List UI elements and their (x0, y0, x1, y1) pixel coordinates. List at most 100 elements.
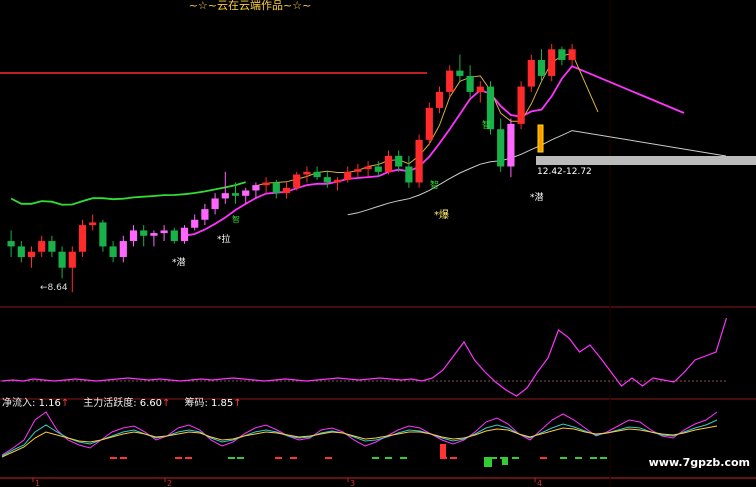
candle-body (201, 209, 209, 220)
indicator-item: 筹码: 1.85↑ (184, 398, 241, 409)
candle-body (456, 70, 464, 76)
candle-body (7, 241, 15, 247)
candle-body (293, 174, 301, 188)
x-tick-label: 1 (35, 479, 40, 487)
candle-body (242, 190, 250, 196)
candle-body (119, 241, 127, 258)
candle-body (48, 241, 56, 252)
histogram-bar (185, 457, 192, 459)
candle-body (558, 49, 566, 60)
indicator-value: 6.60 (139, 398, 163, 409)
candle-body (272, 182, 280, 194)
histogram-bar (325, 457, 332, 459)
indicator-item: 净流入: 1.16↑ (2, 398, 69, 409)
indicator-item: 主力活跃度: 6.60↑ (83, 398, 170, 409)
candle-body (38, 241, 46, 252)
candle-body (89, 222, 97, 226)
histogram-bar (237, 457, 244, 459)
histogram-bar (540, 457, 547, 459)
candle-body (364, 166, 372, 170)
chart-canvas[interactable]: 12.42-12.72←8.64*拉*潜*爆*潜智智智1 2 3 4 (0, 0, 756, 487)
candle-body (425, 107, 433, 140)
candle-body (17, 246, 25, 258)
histogram-bar (385, 457, 392, 459)
histogram-bar (560, 457, 567, 459)
histogram-bar (512, 457, 519, 459)
histogram-bar (120, 457, 127, 459)
candle-body (548, 49, 556, 76)
candle-body (27, 251, 36, 258)
histogram-bar (372, 457, 379, 459)
histogram-bar (590, 457, 597, 459)
histogram-bar (440, 457, 447, 459)
chart-annotation: *爆 (434, 209, 449, 221)
candle-body (180, 227, 189, 242)
candle-body (303, 171, 311, 175)
indicator-name: 净流入 (2, 398, 32, 409)
x-tick-label: 3 (350, 479, 355, 487)
indicator-up-arrow-icon: ↑ (60, 398, 70, 409)
indicator-up-arrow-icon: ↑ (233, 398, 242, 409)
candle-body (507, 123, 515, 167)
candle-body (527, 59, 535, 87)
chart-annotation: ←8.64 (40, 283, 68, 293)
price-band (536, 156, 756, 165)
indicator-name: 筹码 (184, 398, 205, 409)
candle-body (395, 155, 403, 167)
candle-body (333, 179, 342, 183)
indicator-name: 主力活跃度 (83, 398, 134, 409)
x-tick-label: 4 (537, 479, 542, 487)
histogram-bar (575, 457, 582, 459)
chart-annotation: *潜 (172, 256, 186, 268)
candle-body (252, 185, 260, 191)
candles-group (7, 43, 576, 293)
candle-body (129, 230, 138, 242)
histogram-bar (275, 457, 282, 459)
oscillator-line (1, 317, 728, 397)
chart-annotation: *潜 (530, 191, 544, 203)
highlight-candle (537, 124, 544, 153)
green-moving-average (10, 181, 246, 206)
candle-body (517, 86, 525, 124)
histogram-bar (400, 457, 407, 459)
indicator-value: 1.85 (211, 398, 234, 409)
histogram-bar (175, 457, 182, 459)
candle-body (568, 49, 576, 60)
candle-body (231, 193, 240, 196)
x-tick-label: 2 (167, 479, 172, 487)
histogram-bar (484, 457, 492, 467)
candle-body (150, 233, 158, 236)
candle-body (99, 222, 107, 247)
candle-body (282, 187, 291, 194)
candle-body (446, 70, 454, 92)
site-watermark: www.7gpzb.com (648, 456, 750, 469)
histogram-bar (450, 457, 457, 459)
candle-body (68, 251, 76, 268)
candle-body (405, 166, 413, 183)
chart-annotation: 智 (482, 119, 491, 131)
candle-body (497, 129, 505, 167)
candle-body (313, 171, 321, 178)
candle-body (435, 91, 444, 108)
histogram-bar (110, 457, 117, 459)
candle-body (211, 198, 219, 210)
histogram-bar (290, 457, 297, 459)
chart-annotation: 智 (232, 214, 240, 224)
candle-body (191, 219, 199, 228)
candle-body (140, 230, 148, 236)
candle-body (344, 171, 352, 180)
candle-body (78, 225, 87, 252)
histogram-bar (228, 457, 235, 459)
band-label: 12.42-12.72 (537, 167, 592, 177)
candle-body (537, 59, 546, 76)
chart-annotation: 智 (430, 179, 439, 191)
chart-annotation: *拉 (217, 233, 231, 245)
candle-body (415, 139, 423, 183)
indicator-value: 1.16 (38, 398, 61, 409)
candle-body (262, 182, 270, 186)
candle-body (109, 246, 117, 258)
indicator-legend: 净流入: 1.16↑ 主力活跃度: 6.60↑ 筹码: 1.85↑ (2, 398, 256, 410)
candle-body (354, 169, 362, 172)
candle-body (374, 166, 382, 172)
candle-body (221, 193, 229, 199)
